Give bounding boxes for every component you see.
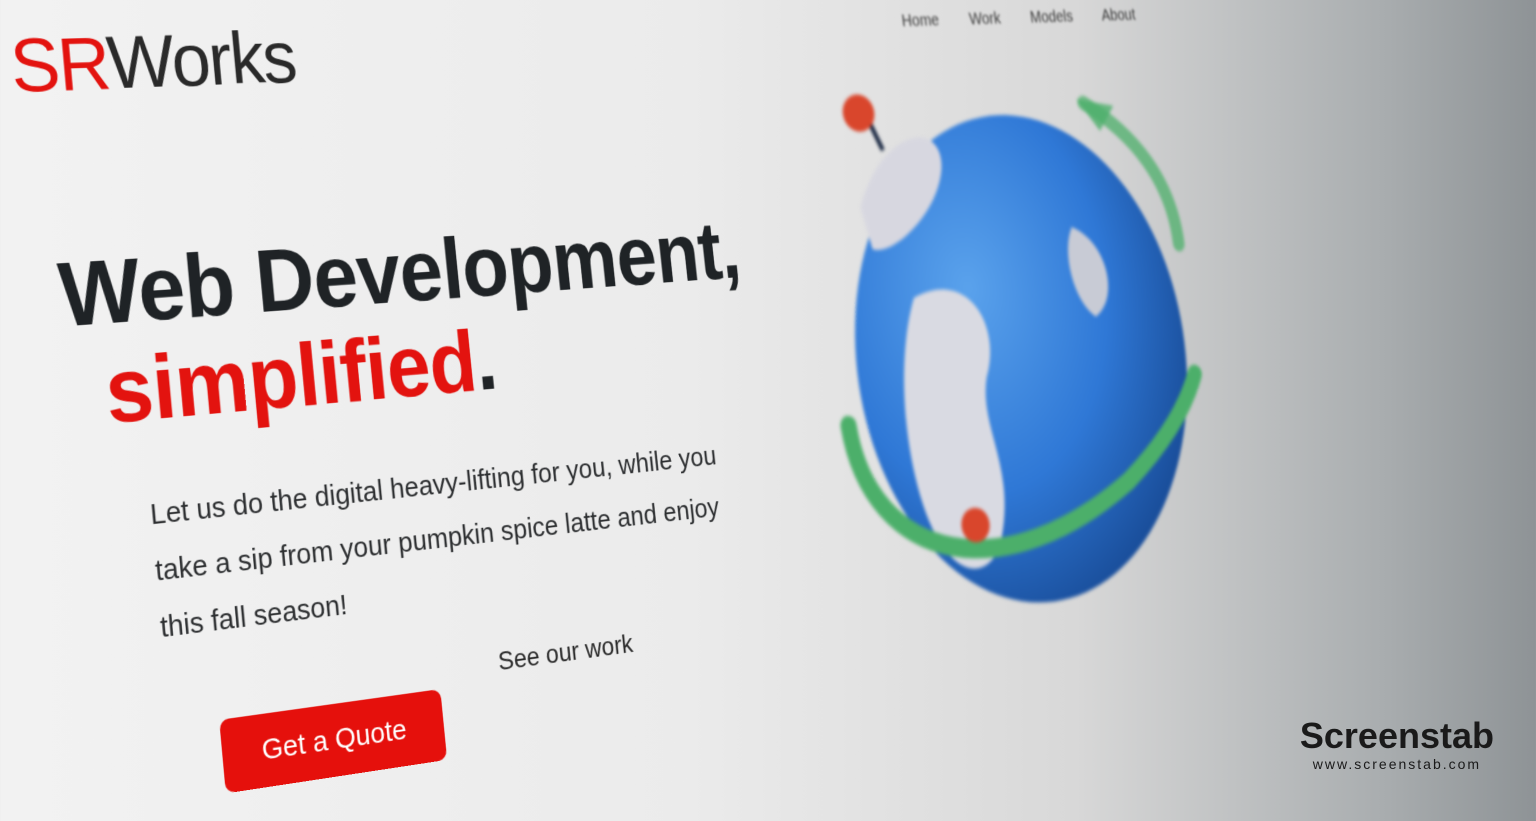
- nav-item-home[interactable]: Home: [901, 11, 940, 31]
- nav-item-work[interactable]: Work: [968, 10, 1002, 30]
- hero-headline: Web Development, simplified.: [55, 205, 754, 447]
- top-nav: Home Work Models About: [901, 6, 1137, 31]
- screenstab-watermark: Screenstab www.screenstab.com: [1299, 715, 1494, 773]
- see-our-work-link[interactable]: See our work: [497, 629, 635, 677]
- get-quote-button[interactable]: Get a Quote: [219, 689, 448, 794]
- watermark-url: www.screenstab.com: [1312, 756, 1482, 772]
- nav-item-about[interactable]: About: [1101, 6, 1137, 25]
- map-pin-icon: [840, 93, 883, 152]
- logo-sr: SR: [6, 20, 111, 109]
- nav-item-models[interactable]: Models: [1029, 8, 1074, 28]
- hero-subtext: Let us do the digital heavy-lifting for …: [148, 440, 721, 645]
- logo-works: Works: [103, 15, 299, 105]
- page-canvas: SRWorks Home Work Models About Web Devel…: [0, 0, 1250, 817]
- brand-logo[interactable]: SRWorks: [7, 15, 299, 110]
- watermark-name: Screenstab: [1299, 715, 1494, 756]
- globe-illustration-icon: [788, 67, 1235, 656]
